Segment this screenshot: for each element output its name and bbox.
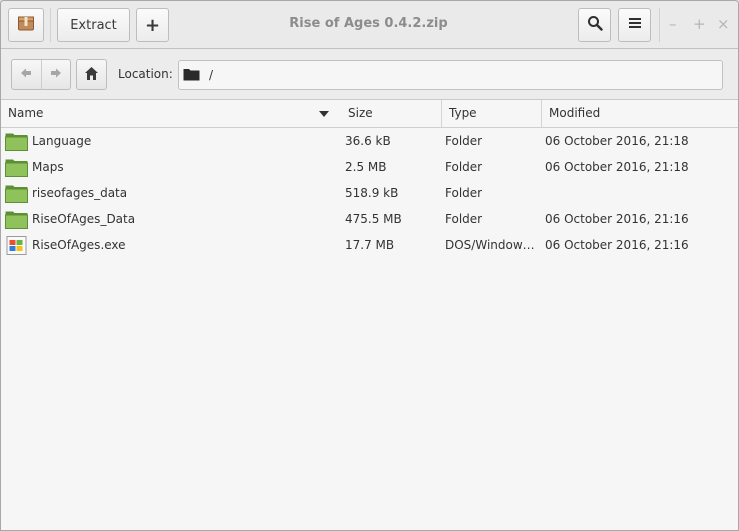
location-field[interactable]: / — [178, 60, 723, 90]
search-button[interactable] — [578, 8, 611, 42]
extract-button[interactable]: Extract — [57, 8, 130, 42]
main-menu-button[interactable] — [618, 8, 651, 42]
file-name: riseofages_data — [32, 186, 128, 200]
column-header-type-label: Type — [449, 106, 477, 120]
maximize-button[interactable]: + — [693, 15, 706, 33]
column-header-size[interactable]: Size — [341, 100, 441, 128]
file-name: RiseOfAges_Data — [32, 212, 136, 226]
file-row[interactable]: RiseOfAges.exe 17.7 MB DOS/Windows … 06 … — [1, 232, 738, 258]
home-icon — [84, 66, 99, 84]
file-size: 2.5 MB — [345, 160, 387, 174]
back-button[interactable] — [12, 60, 41, 89]
file-modified: 06 October 2016, 21:18 — [545, 134, 689, 148]
sort-descending-icon — [319, 111, 329, 117]
archive-menu-button[interactable] — [8, 8, 44, 42]
back-arrow-icon — [20, 67, 32, 82]
hamburger-menu-icon — [628, 16, 642, 34]
file-modified: 06 October 2016, 21:16 — [545, 238, 689, 252]
column-header-type[interactable]: Type — [441, 100, 541, 128]
archive-manager-window: Extract + Rise of Ages 0.4.2.zip – + × L… — [0, 0, 739, 531]
column-header-size-label: Size — [348, 106, 373, 120]
column-header-row: Name Size Type Modified — [1, 100, 738, 128]
add-files-button[interactable]: + — [136, 8, 169, 42]
search-icon — [587, 15, 603, 35]
file-size: 475.5 MB — [345, 212, 402, 226]
file-modified: 06 October 2016, 21:18 — [545, 160, 689, 174]
location-bar: Location: / — [1, 49, 738, 100]
column-header-modified-label: Modified — [549, 106, 601, 120]
archive-package-icon — [17, 14, 35, 36]
minimize-button[interactable]: – — [669, 15, 677, 33]
forward-arrow-icon — [50, 67, 62, 82]
file-row[interactable]: riseofages_data 518.9 kB Folder — [1, 180, 738, 206]
file-type: Folder — [445, 134, 483, 148]
file-type: DOS/Windows … — [445, 238, 537, 252]
column-header-modified[interactable]: Modified — [541, 100, 738, 128]
folder-icon — [183, 67, 200, 84]
file-row[interactable]: RiseOfAges_Data 475.5 MB Folder 06 Octob… — [1, 206, 738, 232]
file-type: Folder — [445, 186, 483, 200]
folder-icon — [5, 132, 28, 151]
column-header-name[interactable]: Name — [1, 100, 341, 128]
home-button[interactable] — [76, 59, 107, 90]
file-size: 17.7 MB — [345, 238, 395, 252]
file-size: 518.9 kB — [345, 186, 399, 200]
file-modified: 06 October 2016, 21:16 — [545, 212, 689, 226]
file-name: Language — [32, 134, 92, 148]
file-size: 36.6 kB — [345, 134, 391, 148]
file-name: Maps — [32, 160, 64, 174]
header-separator — [50, 8, 51, 42]
header-separator — [659, 8, 660, 42]
history-navigation — [11, 59, 71, 90]
header-bar: Extract + Rise of Ages 0.4.2.zip – + × — [1, 1, 738, 49]
column-header-name-label: Name — [8, 106, 44, 120]
folder-icon — [5, 210, 28, 229]
file-list: Language 36.6 kB Folder 06 October 2016,… — [1, 128, 738, 258]
file-modified — [545, 180, 735, 206]
file-row[interactable]: Maps 2.5 MB Folder 06 October 2016, 21:1… — [1, 154, 738, 180]
window-title: Rise of Ages 0.4.2.zip — [289, 16, 448, 31]
location-path: / — [209, 68, 214, 82]
location-label: Location: — [118, 67, 173, 81]
file-name: RiseOfAges.exe — [32, 238, 126, 252]
forward-button[interactable] — [40, 60, 71, 89]
close-button[interactable]: × — [717, 15, 730, 33]
file-type: Folder — [445, 160, 483, 174]
folder-icon — [5, 158, 28, 177]
windows-executable-icon — [5, 236, 28, 255]
folder-icon — [5, 184, 28, 203]
file-type: Folder — [445, 212, 483, 226]
file-row[interactable]: Language 36.6 kB Folder 06 October 2016,… — [1, 128, 738, 154]
